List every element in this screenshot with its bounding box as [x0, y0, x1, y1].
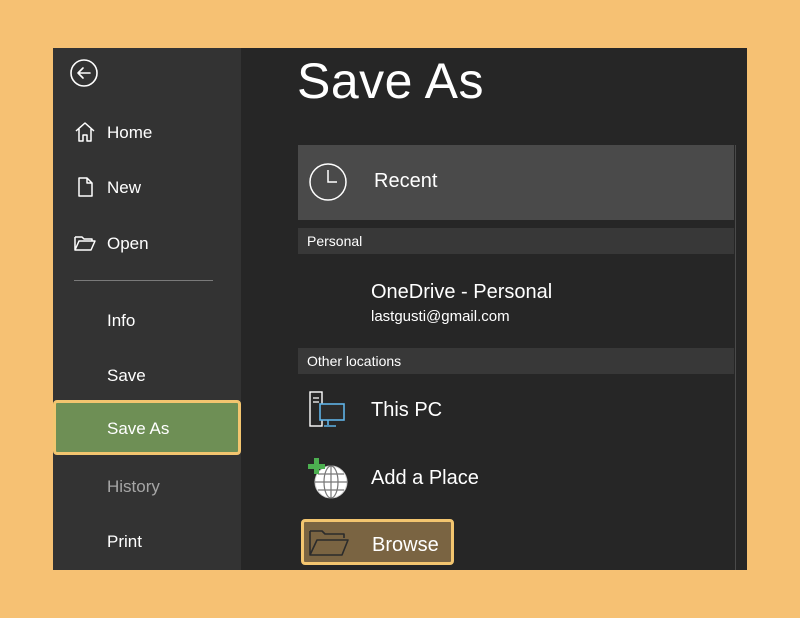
new-document-icon [78, 177, 93, 197]
sidebar-item-print[interactable]: Print [53, 521, 241, 561]
sidebar: Home New Open Info Save Save As History [53, 48, 241, 570]
browse-label: Browse [372, 534, 439, 556]
folder-open-icon [74, 236, 96, 251]
back-arrow-icon [70, 59, 98, 87]
section-header-other-locations: Other locations [298, 348, 734, 374]
add-place-label: Add a Place [371, 467, 479, 489]
computer-icon [309, 391, 345, 427]
onedrive-account: lastgusti@gmail.com [371, 308, 510, 325]
sidebar-item-label: Home [107, 123, 153, 142]
onedrive-name: OneDrive - Personal [371, 281, 553, 303]
backstage-window: Home New Open Info Save Save As History [53, 48, 747, 570]
sidebar-item-history[interactable]: History [53, 466, 241, 506]
sidebar-item-open[interactable]: Open [53, 223, 241, 263]
page-title: Save As [297, 53, 484, 109]
recent-location[interactable]: Recent [298, 145, 734, 220]
sidebar-item-new[interactable]: New [53, 167, 241, 207]
sidebar-item-label: Info [107, 311, 136, 330]
browse-folder-icon [309, 530, 349, 556]
sidebar-item-label: New [107, 178, 142, 197]
section-header-label: Other locations [307, 353, 402, 369]
sidebar-item-info[interactable]: Info [53, 300, 241, 340]
this-pc-location[interactable]: This PC [298, 383, 734, 439]
clock-icon [309, 163, 347, 201]
sidebar-item-label: History [107, 477, 160, 496]
add-place-globe-icon [308, 458, 348, 499]
sidebar-item-label: Print [107, 532, 142, 551]
content-scroll-edge [735, 145, 736, 570]
home-icon [75, 122, 95, 142]
back-button[interactable] [69, 58, 99, 88]
sidebar-item-save-as[interactable]: Save As [53, 400, 241, 455]
sidebar-divider [74, 280, 213, 281]
onedrive-location[interactable]: OneDrive - Personal lastgusti@gmail.com [298, 270, 734, 334]
section-header-label: Personal [307, 233, 363, 249]
section-header-personal: Personal [298, 228, 734, 254]
recent-label: Recent [374, 170, 438, 192]
sidebar-item-home[interactable]: Home [53, 112, 241, 152]
add-place-location[interactable]: Add a Place [298, 451, 734, 507]
this-pc-label: This PC [371, 399, 443, 421]
browse-location[interactable]: Browse [301, 519, 454, 565]
sidebar-item-label: Save As [107, 419, 170, 438]
sidebar-item-label: Open [107, 234, 149, 253]
sidebar-item-label: Save [107, 366, 146, 385]
sidebar-item-save[interactable]: Save [53, 355, 241, 395]
